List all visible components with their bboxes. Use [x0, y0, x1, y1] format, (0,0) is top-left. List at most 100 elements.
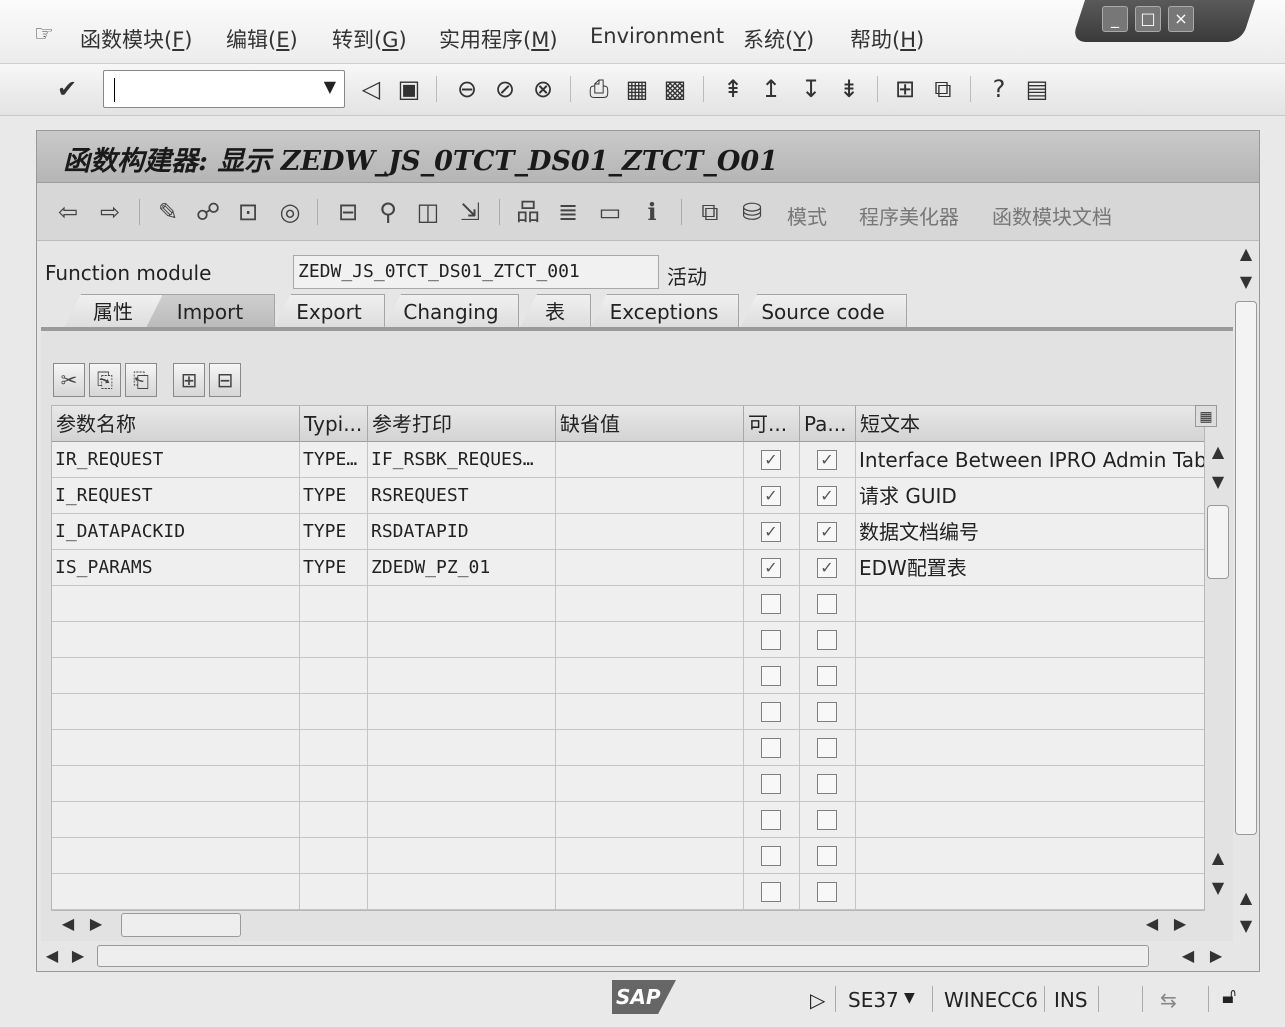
menu-icon[interactable]: ☞ — [34, 22, 54, 47]
scroll-right-icon[interactable]: ▶ — [1169, 913, 1191, 935]
scroll-up-icon[interactable]: ▲ — [1207, 847, 1229, 869]
find-icon[interactable]: ▦ — [622, 74, 652, 104]
other-object-icon[interactable]: ☍ — [193, 197, 223, 227]
scroll-up-icon[interactable]: ▲ — [1235, 243, 1257, 265]
collapse-icon[interactable]: ◁ — [356, 74, 386, 104]
tab-tables[interactable]: 表 — [519, 294, 591, 330]
test-icon[interactable]: ⚲ — [373, 197, 403, 227]
scroll-left-icon[interactable]: ◀ — [57, 913, 79, 935]
frame-horizontal-scrollbar[interactable]: ◀ ▶ ◀ ▶ — [37, 941, 1259, 971]
default-cell[interactable] — [556, 694, 744, 730]
short-text-cell[interactable] — [856, 622, 1204, 658]
scroll-left-icon[interactable]: ◀ — [1177, 945, 1199, 967]
menu-help[interactable]: 帮助(H) — [850, 24, 924, 54]
pass-value-checkbox[interactable]: ✓ — [817, 486, 837, 506]
chevron-down-icon[interactable]: ▼ — [904, 990, 915, 1006]
copy-icon[interactable]: ⎘ — [89, 363, 121, 397]
table-row[interactable] — [52, 622, 1204, 658]
exit-icon[interactable]: ⊘ — [490, 74, 520, 104]
short-text-cell[interactable] — [856, 694, 1204, 730]
typing-cell[interactable] — [300, 658, 368, 694]
optional-checkbox[interactable]: ✓ — [761, 558, 781, 578]
pass-value-checkbox[interactable] — [817, 846, 837, 866]
short-text-cell[interactable] — [856, 838, 1204, 874]
optional-checkbox[interactable] — [761, 810, 781, 830]
optional-checkbox[interactable] — [761, 666, 781, 686]
ref-type-cell[interactable] — [368, 766, 556, 802]
short-text-cell[interactable] — [856, 766, 1204, 802]
default-cell[interactable] — [556, 478, 744, 514]
param-name-cell[interactable]: IS_PARAMS — [52, 550, 300, 586]
expand-status-icon[interactable]: ▷ — [810, 988, 825, 1012]
default-cell[interactable] — [556, 586, 744, 622]
optional-checkbox[interactable] — [761, 702, 781, 722]
pass-value-checkbox[interactable] — [817, 810, 837, 830]
fm-documentation-button[interactable]: 函数模块文档 — [992, 201, 1112, 230]
pretty-printer-button[interactable]: 程序美化器 — [859, 201, 959, 230]
scroll-left-icon[interactable]: ◀ — [41, 945, 63, 967]
ref-type-cell[interactable] — [368, 622, 556, 658]
scroll-up-icon[interactable]: ▲ — [1235, 887, 1257, 909]
ref-type-cell[interactable] — [368, 874, 556, 910]
previous-page-icon[interactable]: ↥ — [756, 74, 786, 104]
pass-value-checkbox[interactable] — [817, 666, 837, 686]
function-module-field[interactable]: ZEDW_JS_0TCT_DS01_ZTCT_001 — [293, 255, 659, 289]
save-icon[interactable]: ▣ — [394, 74, 424, 104]
col-typing[interactable]: Typi... — [300, 406, 368, 442]
shortcut-icon[interactable]: ⧉ — [928, 74, 958, 104]
default-cell[interactable] — [556, 802, 744, 838]
typing-cell[interactable]: TYPE — [300, 514, 368, 550]
scroll-left-icon[interactable]: ◀ — [1141, 913, 1163, 935]
find-next-icon[interactable]: ▩ — [660, 74, 690, 104]
command-field[interactable]: ▼ — [103, 70, 345, 108]
ref-type-cell[interactable]: IF_RSBK_REQUES… — [368, 442, 556, 478]
param-name-cell[interactable] — [52, 730, 300, 766]
scroll-thumb[interactable] — [1207, 505, 1229, 579]
typing-cell[interactable] — [300, 586, 368, 622]
last-page-icon[interactable]: ⇟ — [834, 74, 864, 104]
help-icon[interactable]: ? — [984, 74, 1014, 104]
short-text-cell[interactable] — [856, 874, 1204, 910]
scroll-right-icon[interactable]: ▶ — [67, 945, 89, 967]
short-text-cell[interactable]: 数据文档编号 — [856, 514, 1204, 550]
pass-value-checkbox[interactable]: ✓ — [817, 522, 837, 542]
new-session-icon[interactable]: ⊞ — [890, 74, 920, 104]
optional-checkbox[interactable] — [761, 774, 781, 794]
default-cell[interactable] — [556, 658, 744, 694]
tab-exceptions[interactable]: Exceptions — [589, 294, 739, 330]
param-name-cell[interactable] — [52, 622, 300, 658]
pass-value-checkbox[interactable] — [817, 630, 837, 650]
menu-goto[interactable]: 转到(G) — [332, 24, 407, 54]
print-icon[interactable]: ⎙ — [584, 74, 614, 104]
scroll-down-icon[interactable]: ▼ — [1207, 877, 1229, 899]
activate-icon[interactable]: ◎ — [275, 197, 305, 227]
pass-value-checkbox[interactable] — [817, 882, 837, 902]
short-text-cell[interactable]: Interface Between IPRO Admin Tab — [856, 442, 1204, 478]
short-text-cell[interactable]: 请求 GUID — [856, 478, 1204, 514]
typing-cell[interactable] — [300, 838, 368, 874]
typing-cell[interactable] — [300, 622, 368, 658]
minimize-button[interactable]: _ — [1102, 6, 1128, 32]
pass-value-checkbox[interactable] — [817, 738, 837, 758]
layout-menu-icon[interactable]: ▤ — [1022, 74, 1052, 104]
col-param-name[interactable]: 参数名称 — [52, 406, 300, 442]
insert-row-icon[interactable]: ⊞ — [173, 363, 205, 397]
typing-cell[interactable]: TYPE — [300, 550, 368, 586]
table-row[interactable]: IR_REQUEST TYPE… IF_RSBK_REQUES… ✓ ✓ Interfac… — [52, 442, 1204, 478]
hierarchy-icon[interactable]: 品 — [513, 197, 543, 227]
first-page-icon[interactable]: ⇞ — [718, 74, 748, 104]
param-name-cell[interactable]: I_DATAPACKID — [52, 514, 300, 550]
scroll-thumb[interactable] — [121, 913, 241, 937]
check-icon[interactable]: ⊡ — [233, 197, 263, 227]
default-cell[interactable] — [556, 838, 744, 874]
back-icon[interactable]: ⊖ — [452, 74, 482, 104]
short-text-cell[interactable] — [856, 586, 1204, 622]
param-name-cell[interactable] — [52, 838, 300, 874]
param-name-cell[interactable]: IR_REQUEST — [52, 442, 300, 478]
ref-type-cell[interactable] — [368, 802, 556, 838]
param-name-cell[interactable] — [52, 586, 300, 622]
scroll-down-icon[interactable]: ▼ — [1207, 471, 1229, 493]
default-cell[interactable] — [556, 550, 744, 586]
optional-checkbox[interactable]: ✓ — [761, 450, 781, 470]
transport-icon[interactable]: ⛁ — [737, 197, 767, 227]
